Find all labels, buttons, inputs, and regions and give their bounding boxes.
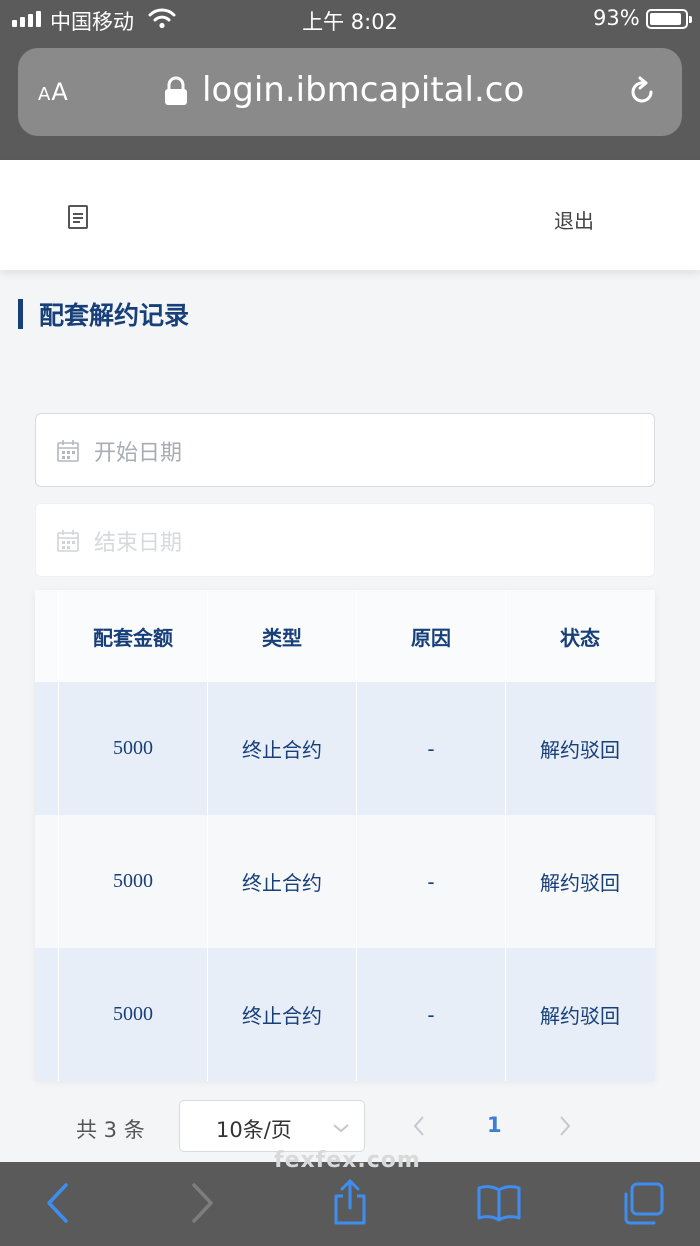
- column-header-type: 类型: [207, 590, 356, 682]
- page-title-text: 配套解约记录: [39, 301, 190, 330]
- current-page-number[interactable]: 1: [487, 1113, 502, 1137]
- cell-reason: -: [356, 815, 505, 948]
- prev-page-button[interactable]: [412, 1114, 426, 1142]
- table-row: 5000 终止合约 - 解约驳回: [35, 948, 655, 1081]
- browser-chrome-top: 中国移动 上午 8:02 93% AA login.ibmcapital.co: [0, 0, 700, 160]
- start-date-placeholder: 开始日期: [94, 441, 183, 466]
- url-text: login.ibmcapital.co: [202, 70, 525, 110]
- column-header-status: 状态: [505, 590, 654, 682]
- cell-type: 终止合约: [207, 815, 356, 948]
- title-accent-bar: [18, 299, 23, 329]
- table-header-row: 配套金额 类型 原因 状态: [35, 590, 655, 682]
- reload-icon[interactable]: [626, 76, 658, 112]
- address-bar[interactable]: AA login.ibmcapital.co: [18, 48, 682, 136]
- forward-icon[interactable]: [190, 1182, 216, 1228]
- page-size-value: 10条/页: [216, 1118, 292, 1142]
- reader-text-size-button[interactable]: AA: [38, 78, 69, 106]
- total-count: 共 3 条: [76, 1118, 145, 1142]
- column-header-amount: 配套金额: [58, 590, 207, 682]
- cell-reason: -: [356, 948, 505, 1081]
- cell-type: 终止合约: [207, 682, 356, 815]
- cell-status: 解约驳回: [505, 815, 654, 948]
- table-row: 5000 终止合约 - 解约驳回: [35, 682, 655, 815]
- column-header-reason: 原因: [356, 590, 505, 682]
- lock-icon: [164, 76, 188, 110]
- page-title: 配套解约记录: [18, 298, 189, 330]
- start-date-input[interactable]: 开始日期: [35, 413, 655, 487]
- cell-amount: 5000: [58, 948, 207, 1081]
- end-date-input[interactable]: 结束日期: [35, 503, 655, 577]
- table-row: 5000 终止合约 - 解约驳回: [35, 815, 655, 948]
- calendar-icon: [56, 529, 80, 557]
- browser-toolbar: fexfex.com: [0, 1148, 700, 1246]
- end-date-placeholder: 结束日期: [94, 531, 183, 556]
- tabs-icon[interactable]: [622, 1182, 666, 1230]
- back-icon[interactable]: [44, 1182, 70, 1228]
- bookmarks-icon[interactable]: [476, 1184, 522, 1226]
- share-icon[interactable]: [330, 1178, 370, 1230]
- footer-site-text: fexfex.com: [274, 1148, 421, 1173]
- page-header: 退出: [0, 160, 700, 270]
- status-bar: 中国移动 上午 8:02 93%: [0, 0, 700, 38]
- logout-button[interactable]: 退出: [554, 205, 594, 234]
- next-page-button[interactable]: [558, 1114, 572, 1142]
- document-icon[interactable]: [66, 204, 90, 234]
- calendar-icon: [56, 439, 80, 467]
- battery-percent: 93%: [593, 6, 640, 30]
- chevron-down-icon: [332, 1119, 350, 1138]
- battery-icon: [646, 9, 692, 29]
- cell-reason: -: [356, 682, 505, 815]
- page-size-select[interactable]: 10条/页: [179, 1100, 365, 1152]
- cell-status: 解约驳回: [505, 948, 654, 1081]
- cell-amount: 5000: [58, 682, 207, 815]
- records-table: 配套金额 类型 原因 状态 5000 终止合约 - 解约驳回 5000 终止合约…: [35, 590, 655, 1081]
- cell-status: 解约驳回: [505, 682, 654, 815]
- cell-amount: 5000: [58, 815, 207, 948]
- cell-type: 终止合约: [207, 948, 356, 1081]
